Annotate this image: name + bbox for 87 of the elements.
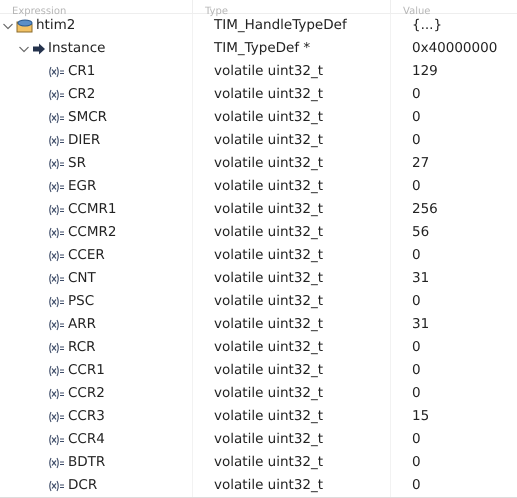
variable-icon <box>48 204 66 216</box>
column-header[interactable]: Expression <box>0 6 66 17</box>
variable-icon <box>48 158 66 170</box>
value-text: 27 <box>412 154 430 174</box>
expression-name: DIER <box>68 131 100 150</box>
type-text: TIM_TypeDef * <box>214 39 310 58</box>
type-text: volatile uint32_t <box>214 292 324 312</box>
variable-icon <box>48 226 66 238</box>
value-text: 129 <box>412 62 438 82</box>
value-text: 56 <box>412 223 430 242</box>
type-text: volatile uint32_t <box>214 407 324 426</box>
expression-name: RCR <box>68 338 96 358</box>
type-text: volatile uint32_t <box>214 131 324 150</box>
value-text: 0 <box>412 361 421 380</box>
expression-name: CR2 <box>68 85 96 104</box>
expression-name: SMCR <box>68 108 108 128</box>
type-text: volatile uint32_t <box>214 476 324 496</box>
type-text: volatile uint32_t <box>214 223 324 242</box>
type-text: volatile uint32_t <box>214 200 324 220</box>
variable-icon <box>48 296 66 308</box>
type-text: volatile uint32_t <box>214 361 324 380</box>
type-text: volatile uint32_t <box>214 269 324 288</box>
variable-icon <box>48 180 66 192</box>
type-text: volatile uint32_t <box>214 108 324 128</box>
variable-icon <box>48 66 66 78</box>
variable-icon <box>48 134 66 146</box>
variable-icon <box>48 88 66 100</box>
value-text: 0 <box>412 292 421 312</box>
value-text: 0x40000000 <box>412 39 498 58</box>
type-text: volatile uint32_t <box>214 315 324 334</box>
value-text: 0 <box>412 338 421 358</box>
value-text: 0 <box>412 453 421 472</box>
value-text: 15 <box>412 407 430 426</box>
value-text: 0 <box>412 246 421 266</box>
type-text: volatile uint32_t <box>214 177 324 196</box>
type-text: volatile uint32_t <box>214 384 324 404</box>
type-text: TIM_HandleTypeDef <box>214 16 347 36</box>
type-text: volatile uint32_t <box>214 246 324 266</box>
expression-name: CCER <box>68 246 105 266</box>
variable-icon <box>48 272 66 284</box>
type-text: volatile uint32_t <box>214 154 324 174</box>
expression-name: htim2 <box>36 16 76 36</box>
expression-name: Instance <box>48 39 106 58</box>
variable-icon <box>48 250 66 262</box>
expression-name: CNT <box>68 269 96 288</box>
expression-name: PSC <box>68 292 94 312</box>
value-text: 0 <box>412 131 421 150</box>
type-text: volatile uint32_t <box>214 85 324 104</box>
type-text: volatile uint32_t <box>214 338 324 358</box>
value-text: 0 <box>412 108 421 128</box>
expression-name: CCMR2 <box>68 223 116 242</box>
type-text: volatile uint32_t <box>214 453 324 472</box>
expression-name: CCR1 <box>68 361 105 380</box>
value-text: 31 <box>412 269 430 288</box>
expression-name: CR1 <box>68 62 96 82</box>
struct-icon <box>16 18 34 34</box>
column-header[interactable]: Value <box>391 6 430 17</box>
variable-icon <box>48 364 66 376</box>
expression-name: ARR <box>68 315 96 334</box>
expression-name: CCMR1 <box>68 200 116 220</box>
expression-name: CCR2 <box>68 384 105 404</box>
variable-icon <box>48 480 66 492</box>
value-text: 0 <box>412 177 421 196</box>
expression-name: DCR <box>68 476 98 496</box>
expression-name: EGR <box>68 177 96 196</box>
expression-name: CCR3 <box>68 407 105 426</box>
variable-icon <box>48 388 66 400</box>
type-text: volatile uint32_t <box>214 62 324 82</box>
value-text: 0 <box>412 85 421 104</box>
value-text: {...} <box>412 16 442 36</box>
variable-icon <box>48 342 66 354</box>
variable-icon <box>48 410 66 422</box>
type-text: volatile uint32_t <box>214 430 324 450</box>
variable-icon <box>48 112 66 124</box>
variable-icon <box>48 456 66 468</box>
value-text: 31 <box>412 315 430 334</box>
expression-name: BDTR <box>68 453 106 472</box>
value-text: 256 <box>412 200 438 220</box>
value-text: 0 <box>412 384 421 404</box>
variable-icon <box>48 318 66 330</box>
column-header[interactable]: Type <box>193 6 228 17</box>
value-text: 0 <box>412 430 421 450</box>
arrow-icon <box>32 42 46 54</box>
expression-name: SR <box>68 154 86 174</box>
value-text: 0 <box>412 476 421 496</box>
variable-icon <box>48 434 66 446</box>
expression-name: CCR4 <box>68 430 105 450</box>
